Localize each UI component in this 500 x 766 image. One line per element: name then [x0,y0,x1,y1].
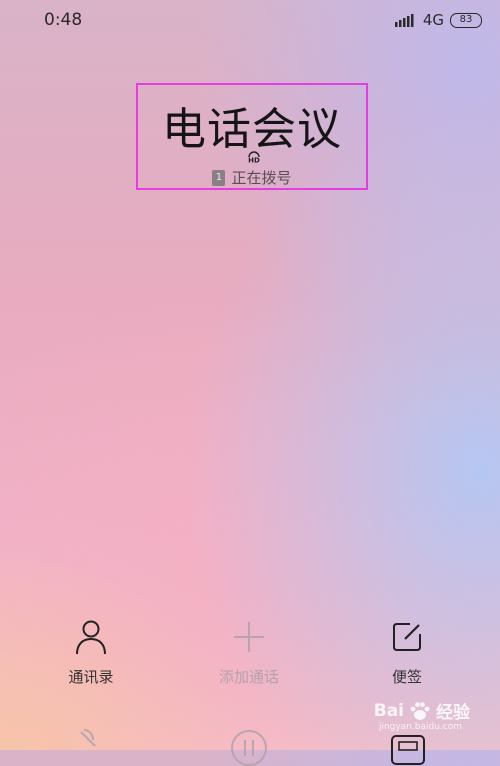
status-time: 0:48 [44,10,83,30]
battery-icon: 83 [450,12,482,28]
dial-status-text: 正在拨号 [231,169,292,187]
notes-icon [393,623,421,651]
call-title: 电话会议 [162,104,342,155]
watermark-brand: Bai [373,700,404,721]
watermark-url: jingyan.baidu.com [378,722,462,732]
hd-voice-icon: HD [248,151,260,164]
call-header: 电话会议 HD 1 正在拨号 [136,83,368,190]
signal-icon [394,14,414,27]
network-type: 4G [422,11,444,29]
sim-slot-icon: 1 [212,169,226,186]
hold-icon[interactable] [229,726,269,766]
add-call-label: 添加通话 [218,668,279,686]
baidu-paw-icon [410,701,430,720]
notes-button[interactable]: 便签 [347,618,467,687]
hd-label: HD [248,157,260,164]
add-call-icon [234,622,264,652]
contacts-button[interactable]: 通讯录 [31,618,151,687]
contacts-label: 通讯录 [68,668,114,686]
contacts-icon [76,620,106,655]
keypad-icon[interactable] [388,726,428,766]
battery-level: 83 [459,14,473,25]
status-bar: 0:48 4G 83 [0,0,500,40]
mute-icon[interactable] [71,726,111,766]
watermark-suffix: 经验 [436,703,470,723]
notes-label: 便签 [391,668,422,686]
status-indicators: 4G 83 [394,11,482,29]
add-call-button[interactable]: 添加通话 [189,618,309,687]
baidu-watermark: Bai 经验 jingyan.baidu.com [373,698,470,733]
dial-status: 1 正在拨号 [138,167,366,188]
